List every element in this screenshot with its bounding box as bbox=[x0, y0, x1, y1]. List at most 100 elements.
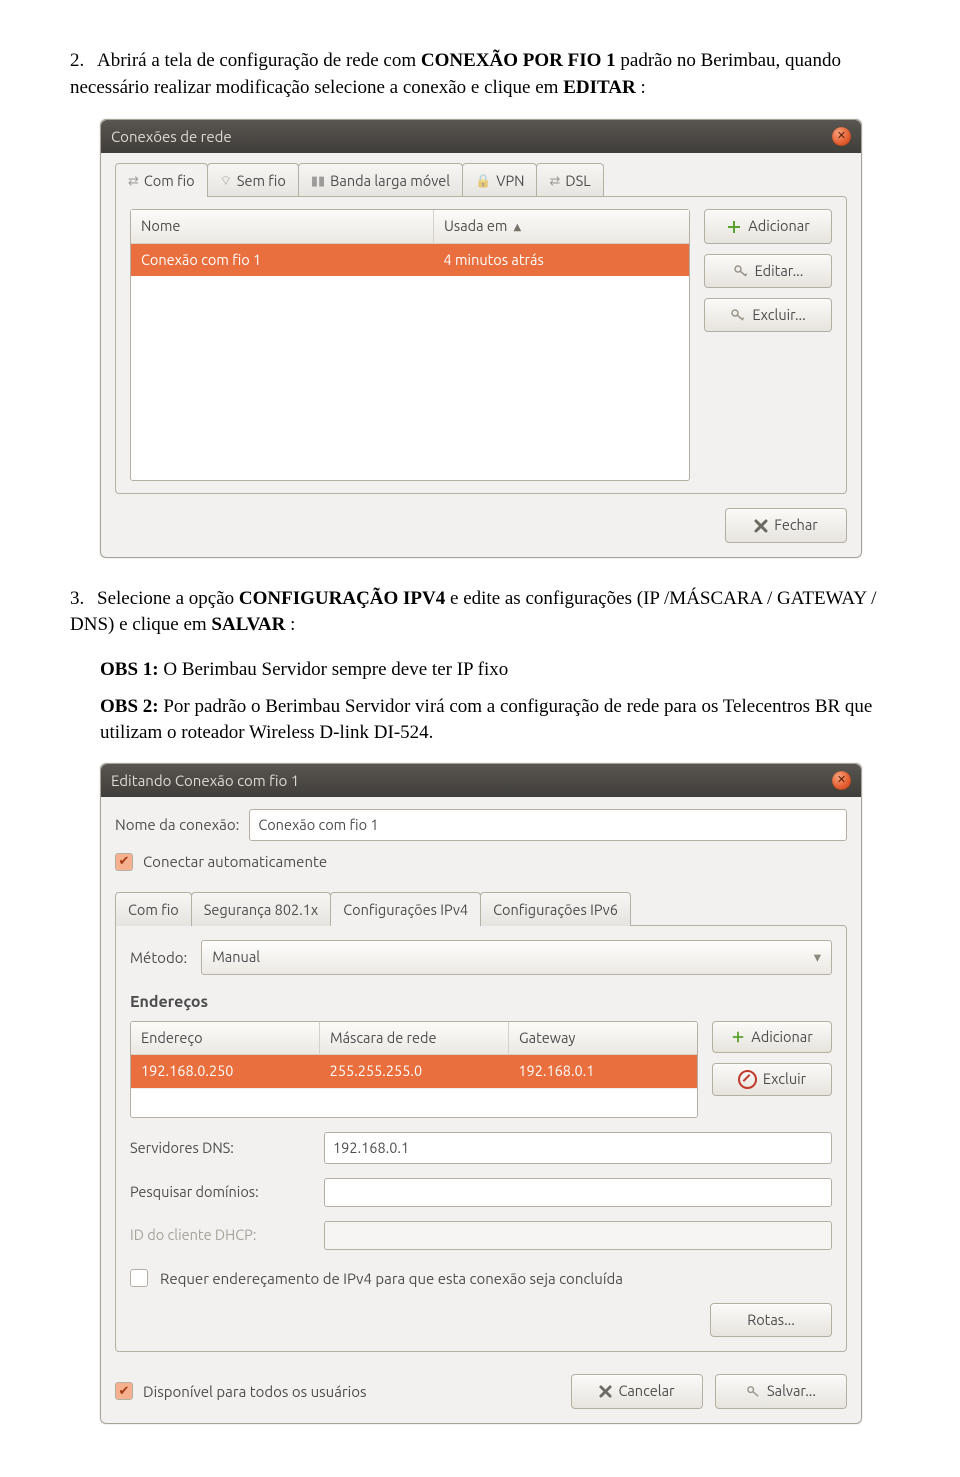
col-mascara[interactable]: Máscara de rede bbox=[320, 1022, 509, 1054]
tab-8021x[interactable]: Segurança 802.1x bbox=[191, 892, 332, 926]
step-3-text: 3. Selecione a opção CONFIGURAÇÃO IPV4 e… bbox=[70, 586, 890, 639]
checkbox-checked-icon[interactable]: ✔ bbox=[115, 1382, 133, 1400]
conn-name-row: Nome da conexão: Conexão com fio 1 bbox=[101, 809, 861, 841]
x-icon bbox=[599, 1385, 612, 1398]
dhcp-input bbox=[324, 1221, 832, 1250]
require-ipv4-row[interactable]: Requer endereçamento de IPv4 para que es… bbox=[130, 1268, 832, 1289]
addr-row-selected[interactable]: 192.168.0.250 255.255.255.0 192.168.0.1 bbox=[131, 1055, 697, 1087]
tab-ipv4[interactable]: Configurações IPv4 bbox=[330, 892, 481, 926]
dns-row: Servidores DNS: 192.168.0.1 bbox=[130, 1132, 832, 1164]
tab-wired2[interactable]: Com fio bbox=[115, 892, 192, 926]
tab-wireless[interactable]: ⌔ Sem fio bbox=[207, 163, 299, 197]
tab-label: Configurações IPv6 bbox=[493, 900, 618, 920]
tab-label: Segurança 802.1x bbox=[204, 900, 319, 920]
footer: Fechar bbox=[101, 508, 861, 556]
add-button[interactable]: Adicionar bbox=[704, 209, 832, 243]
obs2: OBS 2: Por padrão o Berimbau Servidor vi… bbox=[100, 694, 890, 747]
chevron-down-icon: ▾ bbox=[814, 947, 821, 967]
tab-label: Com fio bbox=[128, 900, 179, 920]
cell-addr: 192.168.0.250 bbox=[131, 1055, 320, 1087]
keys-icon bbox=[733, 263, 749, 279]
delete-button[interactable]: Excluir... bbox=[704, 298, 832, 332]
step-tail2: : bbox=[290, 614, 295, 635]
close-icon[interactable]: ✕ bbox=[832, 771, 851, 790]
auto-connect-row[interactable]: ✔ Conectar automaticamente bbox=[101, 851, 861, 872]
btn-label: Excluir... bbox=[752, 305, 805, 325]
tab-dsl[interactable]: ⇄ DSL bbox=[536, 163, 603, 197]
no-entry-icon bbox=[738, 1070, 757, 1089]
conn-name-label: Nome da conexão: bbox=[115, 814, 239, 835]
tab-label: Com fio bbox=[144, 171, 195, 191]
network-connections-window: Conexões de rede ✕ ⇄ Com fio ⌔ Sem fio ▮… bbox=[100, 119, 862, 558]
col-endereco[interactable]: Endereço bbox=[131, 1022, 320, 1054]
obs1: OBS 1: O Berimbau Servidor sempre deve t… bbox=[100, 657, 890, 684]
connections-list[interactable]: Nome Usada em ▲ Conexão com fio 1 4 minu… bbox=[130, 209, 690, 481]
action-buttons: Cancelar Salvar... bbox=[571, 1374, 847, 1408]
btn-label: Editar... bbox=[755, 261, 804, 281]
row-name: Conexão com fio 1 bbox=[131, 244, 434, 276]
avail-all-row[interactable]: ✔ Disponível para todos os usuários bbox=[115, 1381, 367, 1402]
dhcp-label: ID do cliente DHCP: bbox=[130, 1225, 310, 1245]
dns-input[interactable]: 192.168.0.1 bbox=[324, 1132, 832, 1164]
routes-button[interactable]: Rotas... bbox=[710, 1303, 832, 1337]
addr-add-button[interactable]: Adicionar bbox=[712, 1021, 832, 1053]
step-num: 3. bbox=[70, 588, 84, 609]
edit-button[interactable]: Editar... bbox=[704, 254, 832, 288]
col-used-label: Usada em bbox=[444, 216, 507, 236]
obs1-text: O Berimbau Servidor sempre deve ter IP f… bbox=[163, 659, 508, 680]
tab-vpn[interactable]: 🔒 VPN bbox=[462, 163, 537, 197]
close-button[interactable]: Fechar bbox=[725, 508, 847, 542]
dns-value: 192.168.0.1 bbox=[333, 1139, 409, 1156]
keys-icon bbox=[730, 307, 746, 323]
addr-delete-button[interactable]: Excluir bbox=[712, 1063, 832, 1095]
tab-mobile[interactable]: ▮▮ Banda larga móvel bbox=[298, 163, 463, 197]
x-icon bbox=[754, 519, 768, 533]
step-bold1: CONFIGURAÇÃO IPV4 bbox=[239, 588, 445, 609]
method-label: Método: bbox=[130, 947, 187, 968]
routes-row: Rotas... bbox=[130, 1303, 832, 1337]
auto-connect-label: Conectar automaticamente bbox=[143, 851, 327, 872]
list-row-selected[interactable]: Conexão com fio 1 4 minutos atrás bbox=[131, 244, 689, 276]
method-select[interactable]: Manual ▾ bbox=[201, 940, 832, 974]
step-lead: Abrirá a tela de configuração de rede co… bbox=[97, 50, 421, 71]
btn-label: Rotas... bbox=[747, 1310, 795, 1330]
col-used[interactable]: Usada em ▲ bbox=[434, 210, 689, 242]
sort-arrow-icon: ▲ bbox=[513, 220, 521, 234]
signal-icon: ▮▮ bbox=[311, 172, 325, 190]
conn-name-input[interactable]: Conexão com fio 1 bbox=[249, 809, 847, 841]
addr-row-empty[interactable] bbox=[131, 1088, 697, 1117]
wifi-icon: ⌔ bbox=[220, 172, 232, 190]
bottom-bar: ✔ Disponível para todos os usuários Canc… bbox=[101, 1362, 861, 1422]
title-bar: Conexões de rede ✕ bbox=[101, 120, 861, 153]
btn-label: Salvar... bbox=[767, 1381, 816, 1401]
title-bar: Editando Conexão com fio 1 ✕ bbox=[101, 764, 861, 797]
col-gateway[interactable]: Gateway bbox=[509, 1022, 697, 1054]
cell-mask: 255.255.255.0 bbox=[320, 1055, 509, 1087]
search-domains-row: Pesquisar domínios: bbox=[130, 1178, 832, 1207]
addr-buttons: Adicionar Excluir bbox=[712, 1021, 832, 1118]
tab-wired[interactable]: ⇄ Com fio bbox=[115, 163, 208, 197]
window-title: Editando Conexão com fio 1 bbox=[111, 770, 299, 791]
search-domains-label: Pesquisar domínios: bbox=[130, 1182, 310, 1202]
checkbox-checked-icon[interactable]: ✔ bbox=[115, 853, 133, 871]
window-title: Conexões de rede bbox=[111, 126, 232, 147]
btn-label: Adicionar bbox=[748, 216, 809, 236]
dns-label: Servidores DNS: bbox=[130, 1138, 310, 1158]
col-name[interactable]: Nome bbox=[131, 210, 434, 242]
step-2-text: 2. Abrirá a tela de configuração de rede… bbox=[70, 48, 890, 101]
close-icon[interactable]: ✕ bbox=[832, 127, 851, 146]
tab-label: Sem fio bbox=[237, 171, 286, 191]
conn-name-value: Conexão com fio 1 bbox=[258, 816, 378, 833]
avail-all-label: Disponível para todos os usuários bbox=[143, 1381, 367, 1402]
btn-label: Adicionar bbox=[751, 1027, 812, 1047]
checkbox-unchecked-icon[interactable] bbox=[130, 1269, 148, 1287]
address-table[interactable]: Endereço Máscara de rede Gateway 192.168… bbox=[130, 1021, 698, 1118]
row-used: 4 minutos atrás bbox=[434, 244, 689, 276]
btn-label: Cancelar bbox=[618, 1381, 674, 1401]
tab-strip: ⇄ Com fio ⌔ Sem fio ▮▮ Banda larga móvel… bbox=[101, 153, 861, 197]
side-buttons: Adicionar Editar... Excluir... bbox=[704, 209, 832, 481]
search-domains-input[interactable] bbox=[324, 1178, 832, 1207]
tab-ipv6[interactable]: Configurações IPv6 bbox=[480, 892, 631, 926]
save-button[interactable]: Salvar... bbox=[715, 1374, 847, 1408]
cancel-button[interactable]: Cancelar bbox=[571, 1374, 703, 1408]
